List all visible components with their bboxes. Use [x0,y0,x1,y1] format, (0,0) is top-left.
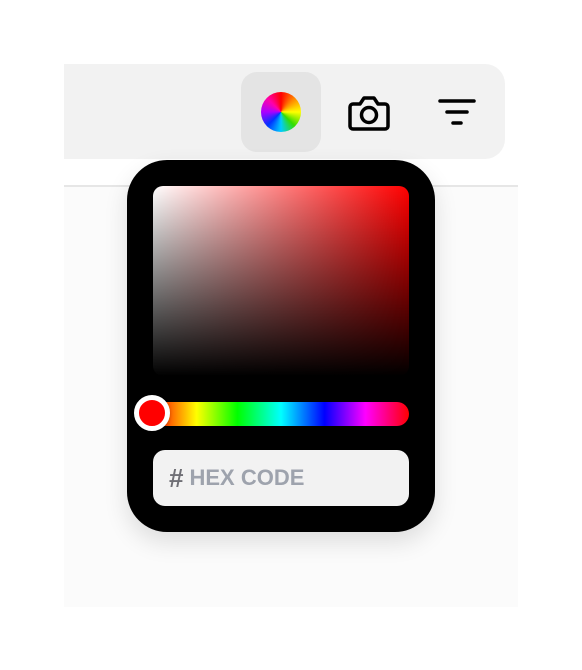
hue-slider-thumb[interactable] [134,395,170,431]
camera-icon [348,96,390,131]
filter-icon [438,99,476,125]
color-picker-button[interactable] [241,72,321,152]
camera-button[interactable] [329,72,409,152]
hex-code-field[interactable]: # [153,450,409,506]
hex-code-input[interactable] [189,465,390,491]
color-picker-popover: # [127,160,435,532]
hash-symbol: # [169,462,184,493]
saturation-value-area[interactable] [153,186,409,376]
filter-button[interactable] [417,72,497,152]
hue-slider[interactable] [134,395,409,431]
color-wheel-icon [261,92,301,132]
toolbar [64,64,505,159]
page: # [0,0,582,670]
